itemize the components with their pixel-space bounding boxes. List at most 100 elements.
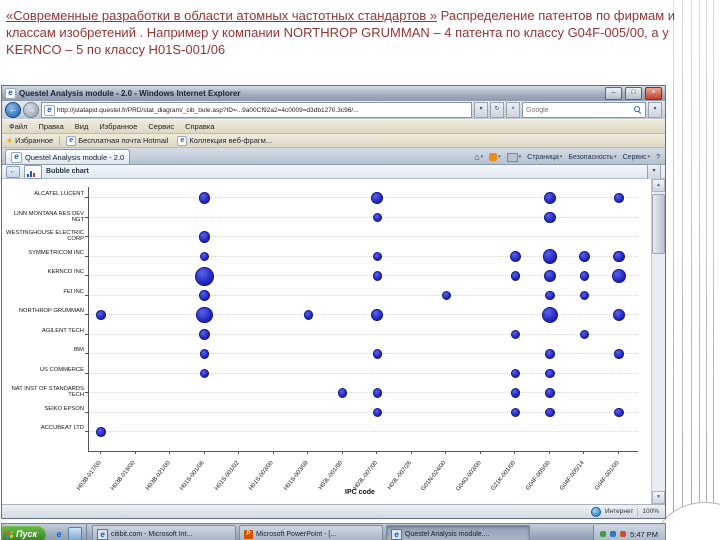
home-button[interactable]: ⌂ ▾ (474, 152, 484, 162)
forward-button[interactable]: → (23, 102, 39, 118)
chevron-down-icon: ▾ (518, 154, 522, 160)
taskbar: Пуск e e citibit.com - Microsoft Int... P M… (1, 523, 666, 540)
tab-questel-analysis[interactable]: e Questel Analysis module - 2.0 (5, 149, 131, 164)
bubble (372, 349, 382, 359)
search-dropdown[interactable]: ▾ (648, 102, 662, 118)
chevron-down-icon: ▾ (498, 154, 501, 160)
quick-launch: e (49, 524, 88, 540)
task-button-label: citibit.com - Microsoft Int... (111, 530, 193, 538)
ipc-code-label: H01S-003/00 (248, 460, 276, 492)
chart-type-label: Bubble chart (46, 168, 89, 175)
ie-titlebar[interactable]: e Questel Analysis module - 2.0 - Window… (2, 86, 665, 101)
bubble (613, 309, 625, 321)
rss-icon (489, 153, 498, 161)
address-bar[interactable]: e http://jstatapid.questel.fr/PRD/stat_d… (41, 102, 472, 118)
menu-item-3[interactable]: Вид (75, 122, 89, 131)
stop-button[interactable]: × (506, 102, 520, 118)
command-item-label: Сервис (622, 153, 647, 161)
menu-item-2[interactable]: Правка (38, 122, 63, 131)
bubble-chart: ALCATEL LUCENT LINN MONTANA RES DEV NGT WE… (2, 179, 652, 504)
tray-icon[interactable] (620, 531, 627, 537)
company-label: NORTHROP GRUMMAN (18, 308, 84, 314)
ipc-code-label: H03L-007/00 (352, 460, 379, 492)
favorites-link-icon: e (177, 135, 188, 146)
bubble (542, 249, 558, 264)
menu-item-1[interactable]: Файл (9, 122, 27, 131)
favorites-button[interactable]: ★ Избранное (6, 136, 53, 145)
bubble (579, 329, 590, 340)
refresh-button[interactable]: ↻ (490, 102, 504, 118)
chart-back-icon[interactable]: ← (6, 165, 20, 178)
bubble (198, 192, 211, 204)
bubble (371, 309, 384, 321)
bubble (611, 268, 627, 284)
separator (59, 136, 61, 145)
search-box[interactable]: Google (522, 102, 646, 118)
task-button-3[interactable]: e Questel Analysis module.... (386, 525, 531, 540)
favorites-bar: ★ Избранное e Бесплатная почта Hotmail e Ко… (2, 134, 665, 148)
bubble (372, 407, 382, 418)
search-icon (634, 106, 642, 114)
tray-icon[interactable] (600, 531, 607, 537)
status-zoom-level[interactable]: 100% (642, 508, 659, 515)
command-item-2[interactable]: Безопасность ▾ (568, 154, 616, 161)
tray-icon[interactable] (610, 531, 617, 537)
bubble (198, 289, 211, 302)
chart-gridline (88, 333, 638, 335)
command-item-3[interactable]: Сервис ▾ (623, 154, 651, 161)
tab-title: Questel Analysis module - 2.0 (25, 152, 125, 162)
task-button-label: Questel Analysis module.... (405, 530, 490, 538)
vertical-scrollbar[interactable]: ▲ ▼ (651, 179, 665, 504)
chart-gridline (88, 236, 638, 237)
print-button[interactable]: ▾ (506, 152, 522, 162)
bubble (545, 407, 555, 418)
help-button[interactable]: ? (656, 154, 660, 161)
task-button-2[interactable]: P Microsoft PowerPoint - [... (239, 525, 384, 540)
feeds-button[interactable]: ▾ (489, 153, 501, 161)
system-tray: 5:47 PM (593, 525, 665, 540)
internet-explorer-icon: e (97, 528, 109, 540)
search-engine-label: Google (526, 106, 549, 114)
menu-item-6[interactable]: Справка (185, 122, 214, 131)
task-button-1[interactable]: e citibit.com - Microsoft Int... (92, 525, 237, 540)
minimize-button[interactable]: – (605, 87, 622, 100)
bubble (509, 250, 522, 263)
company-label: FEI INC (63, 288, 84, 295)
back-button[interactable]: ← (5, 102, 21, 118)
curl-line (699, 0, 700, 540)
bubble (544, 192, 556, 204)
bubble (541, 306, 559, 324)
start-button[interactable]: Пуск (2, 525, 47, 540)
company-label: AGILENT TECH (42, 327, 84, 334)
chevron-down-icon: ▾ (480, 154, 484, 160)
bubble (579, 271, 590, 281)
slide-title-quoted: «Современные разработки в области атомны… (6, 8, 437, 23)
favorites-link-1[interactable]: e Бесплатная почта Hotmail (66, 135, 168, 146)
favorites-link-label: Коллекция веб-фрагм... (189, 136, 273, 145)
chart-type-icon[interactable] (24, 164, 42, 179)
maximize-button[interactable]: □ (625, 87, 642, 100)
x-axis (88, 451, 638, 452)
menu-item-5[interactable]: Сервис (148, 122, 174, 131)
taskbar-clock[interactable]: 5:47 PM (630, 530, 658, 539)
address-dropdown[interactable]: ▾ (474, 102, 488, 118)
slide-canvas: «Современные разработки в области атомны… (0, 0, 720, 540)
chevron-down-icon: ▾ (559, 154, 563, 160)
company-label: US COMMERCE (39, 366, 84, 373)
bubble (303, 310, 313, 320)
bubble (199, 251, 210, 262)
command-item-1[interactable]: Страница ▾ (527, 154, 562, 161)
scroll-down-arrow[interactable]: ▼ (652, 491, 665, 504)
menu-item-4[interactable]: Избранное (99, 122, 137, 131)
bubble (198, 328, 211, 341)
scroll-thumb[interactable] (652, 194, 665, 254)
favorites-link-2[interactable]: e Коллекция веб-фрагм... (177, 135, 273, 146)
y-axis (88, 187, 89, 451)
quick-launch-ie-icon[interactable]: e (53, 528, 65, 540)
favorites-link-icon: e (66, 135, 77, 146)
scroll-up-arrow[interactable]: ▲ (652, 179, 665, 192)
powerpoint-icon: P (244, 529, 254, 539)
page-toolbar-dropdown[interactable]: ▾ (647, 163, 661, 180)
close-button[interactable]: × (645, 87, 662, 100)
show-desktop-icon[interactable] (68, 527, 83, 540)
